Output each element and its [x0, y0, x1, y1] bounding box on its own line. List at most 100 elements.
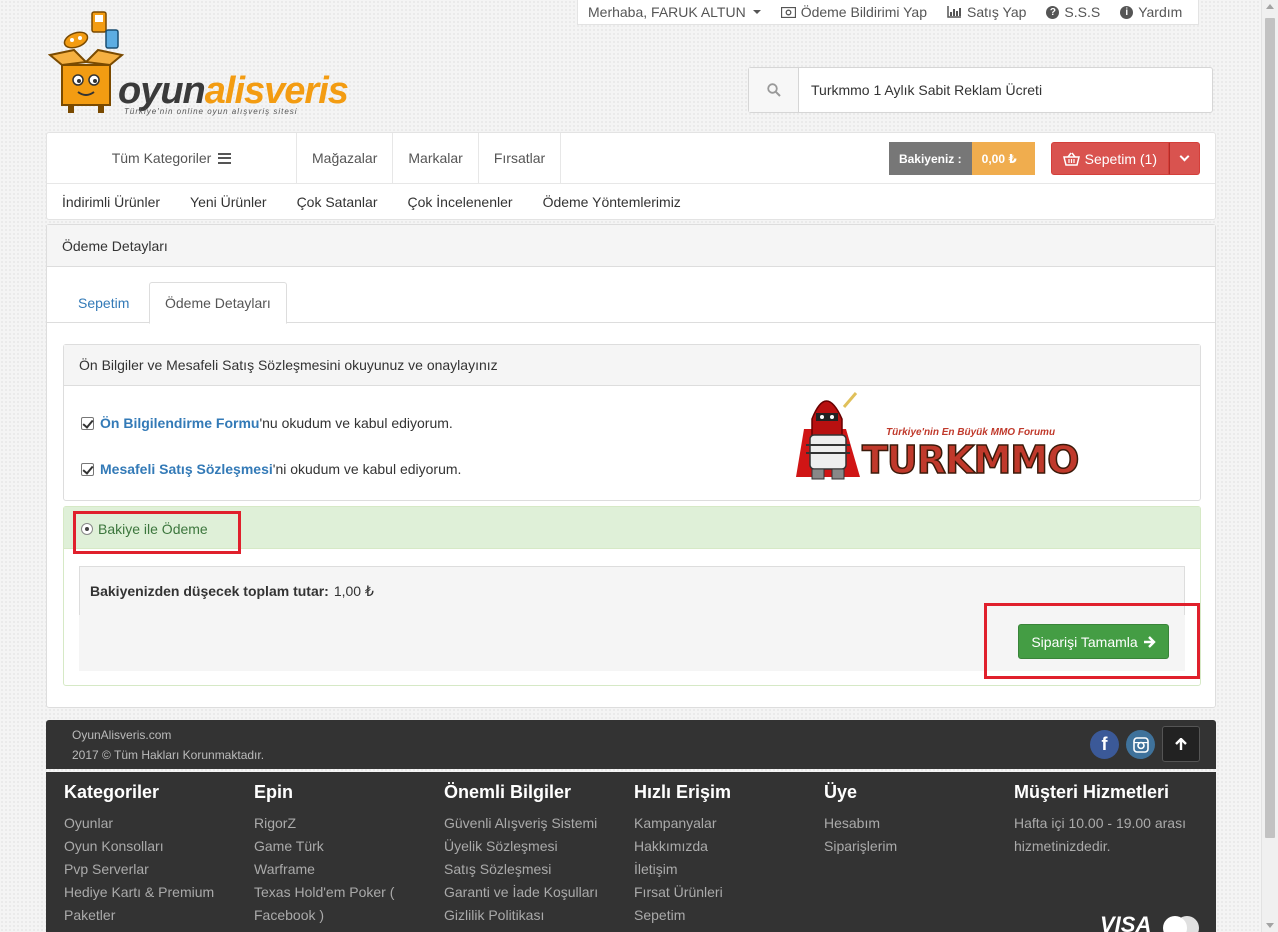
service-hours-text: Hafta içi 10.00 - 19.00 arası — [1014, 815, 1186, 831]
help-link[interactable]: i Yardım — [1110, 4, 1192, 20]
panel-title: Ödeme Detayları — [47, 225, 1215, 267]
instagram-icon[interactable] — [1126, 730, 1155, 759]
checkout-tabs: Sepetim Ödeme Detayları — [47, 282, 1215, 324]
nav-link-payment-methods[interactable]: Ödeme Yöntemlerimiz — [528, 194, 696, 210]
footer-links: Kategoriler Oyunlar Oyun Konsolları Pvp … — [46, 772, 1216, 932]
footer-link[interactable]: Warframe — [254, 858, 434, 881]
user-menu[interactable]: Merhaba, FARUK ALTUN — [578, 4, 771, 20]
distance-sales-checkbox[interactable] — [81, 462, 94, 476]
search-bar — [748, 67, 1213, 113]
scrollbar-thumb[interactable] — [1265, 18, 1275, 838]
nav-link-most-viewed[interactable]: Çok İncelenenler — [393, 194, 528, 210]
nav-link-new[interactable]: Yeni Ürünler — [175, 194, 282, 210]
footer-col-epin: Epin RigorZ Game Türk Warframe Texas Hol… — [254, 780, 434, 927]
facebook-icon[interactable]: f — [1090, 730, 1119, 759]
cart-dropdown-toggle[interactable] — [1169, 142, 1200, 175]
distance-sales-agreement-row: Mesafeli Satış Sözleşmesi'ni okudum ve k… — [81, 461, 461, 477]
user-greeting: Merhaba, FARUK ALTUN — [588, 4, 746, 20]
nav-link-bestsellers[interactable]: Çok Satanlar — [282, 194, 393, 210]
balance-payment-label: Bakiye ile Ödeme — [98, 521, 208, 537]
footer-link[interactable]: Satış Sözleşmesi — [444, 858, 624, 881]
footer-link[interactable]: Paketler — [64, 904, 244, 927]
cart-button[interactable]: Sepetim (1) — [1050, 142, 1169, 175]
preinfo-form-link[interactable]: Ön Bilgilendirme Formu — [100, 415, 259, 431]
nav-link-deals[interactable]: Fırsatlar — [479, 133, 562, 183]
footer-link[interactable]: Oyun Konsolları — [64, 835, 244, 858]
footer-link[interactable]: Hesabım — [824, 812, 1004, 835]
question-circle-icon: ? — [1046, 5, 1060, 19]
footer-col-title: Üye — [824, 782, 858, 802]
footer-link[interactable]: Garanti ve İade Koşulları — [444, 881, 624, 904]
footer-col-title: Kategoriler — [64, 782, 160, 802]
scroll-to-top-button[interactable] — [1162, 726, 1200, 762]
sell-link[interactable]: Satış Yap — [937, 4, 1036, 20]
footer-link[interactable]: Hediye Kartı & Premium — [64, 881, 244, 904]
footer-col-title: Önemli Bilgiler — [444, 782, 572, 802]
bar-chart-icon — [947, 6, 961, 18]
payment-method-box: Bakiye ile Ödeme Bakiyenizden düşecek to… — [63, 506, 1201, 686]
nav-link-stores[interactable]: Mağazalar — [297, 133, 394, 183]
agreements-box: Ön Bilgiler ve Mesafeli Satış Sözleşmesi… — [63, 344, 1201, 501]
search-icon — [766, 83, 781, 97]
footer-link[interactable]: Pvp Serverlar — [64, 858, 244, 881]
basket-icon — [1062, 152, 1080, 166]
scroll-down-icon[interactable] — [1266, 923, 1274, 928]
submit-highlight: Siparişi Tamamla — [984, 603, 1200, 679]
footer-link[interactable]: Üyelik Sözleşmesi — [444, 835, 624, 858]
footer-link[interactable]: Siparişlerim — [824, 835, 1004, 858]
main-navigation: Tüm Kategoriler Mağazalar Markalar Fırsa… — [46, 132, 1216, 220]
hamburger-icon — [218, 152, 232, 164]
payment-notice-link[interactable]: Ödeme Bildirimi Yap — [771, 4, 937, 20]
nav-link-brands[interactable]: Markalar — [393, 133, 479, 183]
mastercard-logo-icon — [1163, 916, 1199, 932]
money-icon — [780, 6, 796, 18]
faq-label: S.S.S — [1064, 4, 1101, 20]
search-button[interactable] — [749, 68, 799, 112]
payment-details-panel: Ödeme Detayları Sepetim Ödeme Detayları … — [46, 224, 1216, 708]
footer-link[interactable]: Güvenli Alışveriş Sistemi — [444, 812, 624, 835]
caret-down-icon — [752, 10, 761, 14]
footer-link[interactable]: Oyunlar — [64, 812, 244, 835]
site-logo[interactable]: oyunalisveris Türkiye'nin online oyun al… — [48, 10, 368, 120]
balance-value[interactable]: 0,00 ₺ — [971, 142, 1035, 175]
balance-payment-radio[interactable] — [81, 523, 93, 535]
footer-link[interactable]: Fırsat Ürünleri — [634, 881, 814, 904]
footer-link[interactable]: Facebook ) — [254, 904, 434, 927]
nav-primary-row: Tüm Kategoriler Mağazalar Markalar Fırsa… — [47, 133, 1215, 184]
footer-col-title: Epin — [254, 782, 293, 802]
balance-payment-option[interactable]: Bakiye ile Ödeme — [73, 511, 241, 554]
preinfo-text: Ön Bilgilendirme Formu'nu okudum ve kabu… — [100, 415, 453, 431]
service-hours-text: hizmetinizdedir. — [1014, 838, 1111, 854]
complete-order-label: Siparişi Tamamla — [1031, 633, 1138, 650]
turkmmo-wordmark: TURKMMO — [861, 438, 1080, 482]
scroll-up-icon[interactable] — [1266, 4, 1274, 9]
cart-label: Sepetim (1) — [1084, 150, 1157, 167]
footer-col-quick-access: Hızlı Erişim Kampanyalar Hakkımızda İlet… — [634, 780, 814, 927]
footer-col-title: Müşteri Hizmetleri — [1014, 782, 1170, 802]
search-input[interactable] — [799, 68, 1212, 112]
logo-wordmark: oyunalisveris — [118, 70, 349, 112]
cart-button-group: Sepetim (1) — [1050, 142, 1200, 175]
turkmmo-logo: Türkiye'nin En Büyük MMO Forumu TURKMMO — [788, 389, 1080, 493]
footer-link[interactable]: Gizlilik Politikası — [444, 904, 624, 927]
footer-link[interactable]: RigorZ — [254, 812, 434, 835]
preinfo-checkbox[interactable] — [81, 416, 94, 430]
all-categories-menu[interactable]: Tüm Kategoriler — [47, 133, 297, 183]
footer-link[interactable]: Kampanyalar — [634, 812, 814, 835]
nav-link-discounted[interactable]: İndirimli Ürünler — [47, 194, 175, 210]
tab-cart[interactable]: Sepetim — [63, 282, 144, 323]
footer-link[interactable]: Game Türk — [254, 835, 434, 858]
distance-sales-text: Mesafeli Satış Sözleşmesi'ni okudum ve k… — [100, 461, 462, 477]
info-circle-icon: i — [1120, 5, 1134, 19]
page-scrollbar[interactable] — [1261, 0, 1278, 932]
footer-link[interactable]: Texas Hold'em Poker ( — [254, 881, 434, 904]
footer-link[interactable]: İletişim — [634, 858, 814, 881]
distance-sales-contract-link[interactable]: Mesafeli Satış Sözleşmesi — [100, 461, 273, 477]
footer-link[interactable]: Hakkımızda — [634, 835, 814, 858]
all-categories-label: Tüm Kategoriler — [111, 150, 212, 166]
faq-link[interactable]: ? S.S.S — [1036, 4, 1110, 20]
footer-col-customer-service: Müşteri Hizmetleri Hafta içi 10.00 - 19.… — [1014, 780, 1194, 858]
complete-order-button[interactable]: Siparişi Tamamla — [1018, 624, 1169, 659]
tab-payment-details[interactable]: Ödeme Detayları — [149, 282, 287, 324]
footer-link[interactable]: Sepetim — [634, 904, 814, 927]
